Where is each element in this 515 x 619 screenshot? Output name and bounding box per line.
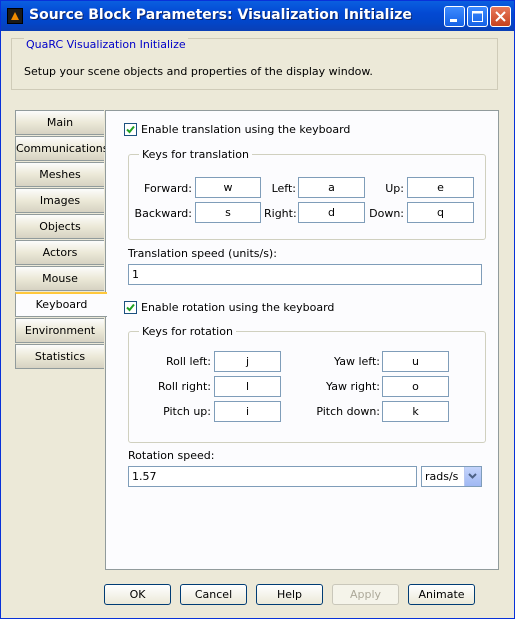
tab-communications[interactable]: Communications [15, 136, 108, 161]
roll-left-label: Roll left: [165, 355, 211, 368]
block-group-label: QuaRC Visualization Initialize [24, 38, 188, 51]
rotation-speed-field[interactable]: 1.57 [128, 466, 417, 487]
pitch-up-key-field[interactable]: i [214, 401, 281, 422]
yaw-right-label: Yaw right: [326, 380, 380, 393]
tab-meshes[interactable]: Meshes [15, 162, 104, 187]
rotation-keys-group-label: Keys for rotation [139, 325, 236, 338]
translation-keys-group-label: Keys for translation [139, 148, 252, 161]
right-key-field[interactable]: d [298, 202, 365, 223]
right-label: Right: [264, 207, 297, 220]
left-key-field[interactable]: a [298, 177, 365, 198]
matlab-app-icon [7, 8, 23, 24]
ok-button[interactable]: OK [104, 584, 171, 605]
dialog-window: Source Block Parameters: Visualization I… [0, 0, 515, 619]
down-label: Down: [369, 207, 404, 220]
rotation-unit-select[interactable]: rads/s [421, 466, 482, 487]
cancel-button[interactable]: Cancel [180, 584, 247, 605]
translation-speed-label: Translation speed (units/s): [128, 247, 277, 260]
animate-button[interactable]: Animate [408, 584, 475, 605]
up-label: Up: [385, 182, 404, 195]
backward-label: Backward: [134, 207, 192, 220]
pitch-down-label: Pitch down: [316, 405, 380, 418]
rotation-enable-label[interactable]: Enable rotation using the keyboard [141, 301, 334, 314]
apply-button[interactable]: Apply [332, 584, 399, 605]
forward-label: Forward: [144, 182, 192, 195]
tab-environment[interactable]: Environment [15, 318, 104, 343]
backward-key-field[interactable]: s [195, 202, 261, 223]
roll-right-key-field[interactable]: l [214, 376, 281, 397]
tab-list: Main Communications Meshes Images Object… [15, 110, 108, 370]
rotation-enable-checkbox[interactable] [124, 301, 137, 314]
tab-images[interactable]: Images [15, 188, 104, 213]
close-button[interactable] [490, 6, 511, 27]
tab-statistics[interactable]: Statistics [15, 344, 104, 369]
keyboard-panel: Enable translation using the keyboard Ke… [105, 110, 499, 570]
maximize-button[interactable] [467, 6, 488, 27]
help-button[interactable]: Help [256, 584, 323, 605]
window-title: Source Block Parameters: Visualization I… [29, 7, 412, 23]
block-description: Setup your scene objects and properties … [24, 65, 373, 78]
tab-main[interactable]: Main [15, 110, 104, 135]
left-label: Left: [271, 182, 296, 195]
tab-objects[interactable]: Objects [15, 214, 104, 239]
rotation-speed-label: Rotation speed: [128, 449, 215, 462]
rotation-unit-value: rads/s [425, 470, 459, 483]
chevron-down-icon[interactable] [464, 467, 481, 486]
pitch-down-key-field[interactable]: k [382, 401, 449, 422]
translation-enable-label[interactable]: Enable translation using the keyboard [141, 123, 350, 136]
up-key-field[interactable]: e [407, 177, 474, 198]
down-key-field[interactable]: q [407, 202, 474, 223]
translation-enable-checkbox[interactable] [124, 123, 137, 136]
tab-mouse[interactable]: Mouse [15, 266, 104, 291]
title-bar[interactable]: Source Block Parameters: Visualization I… [1, 1, 514, 31]
block-description-group: QuaRC Visualization Initialize Setup you… [11, 38, 498, 90]
pitch-up-label: Pitch up: [163, 405, 211, 418]
roll-right-label: Roll right: [157, 380, 211, 393]
yaw-left-key-field[interactable]: u [382, 351, 449, 372]
tab-actors[interactable]: Actors [15, 240, 104, 265]
roll-left-key-field[interactable]: j [214, 351, 281, 372]
yaw-right-key-field[interactable]: o [382, 376, 449, 397]
minimize-button[interactable] [444, 6, 465, 27]
translation-speed-field[interactable]: 1 [128, 264, 482, 285]
forward-key-field[interactable]: w [195, 177, 261, 198]
tab-keyboard[interactable]: Keyboard [15, 292, 107, 317]
yaw-left-label: Yaw left: [334, 355, 380, 368]
